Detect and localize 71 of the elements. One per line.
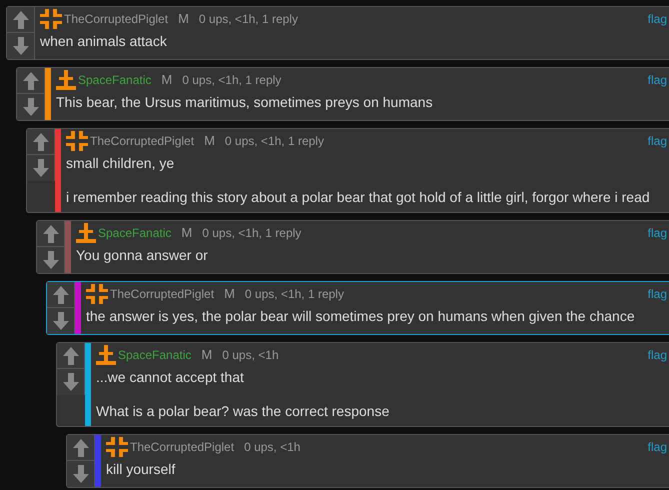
upvote-button[interactable]: [17, 68, 45, 94]
comment-meta: 0 ups, <1h: [244, 439, 300, 456]
mod-mark: M: [204, 132, 215, 150]
up-arrow-icon: [32, 132, 48, 150]
down-arrow-icon: [22, 98, 38, 116]
downvote-button[interactable]: [37, 247, 65, 273]
flag-link[interactable]: flag: [648, 132, 667, 150]
up-arrow-icon: [12, 10, 28, 28]
upvote-button[interactable]: [67, 435, 95, 461]
comment-meta: 0 ups, <1h, 1 reply: [182, 72, 282, 89]
comment-text: small children, ye: [66, 154, 176, 172]
flag-link[interactable]: flag: [648, 224, 667, 242]
upvote-button[interactable]: [7, 7, 35, 33]
flag-link[interactable]: flag: [648, 71, 667, 89]
comment-meta: 0 ups, <1h, 1 reply: [198, 11, 298, 28]
upvote-button[interactable]: [27, 129, 55, 155]
mod-mark: M: [224, 285, 235, 304]
downvote-button[interactable]: [17, 94, 45, 120]
comment-text: kill yourself: [106, 460, 176, 478]
username-link[interactable]: SpaceFanatic: [118, 346, 192, 364]
cross-icon: [106, 437, 128, 457]
down-arrow-icon: [72, 465, 88, 483]
pedestal-icon: [76, 223, 96, 243]
username-link[interactable]: SpaceFanatic: [98, 224, 172, 242]
up-arrow-icon: [62, 346, 78, 364]
comment-meta: 0 ups, <1h: [222, 347, 279, 364]
comment-text: What is a polar bear? was the correct response: [96, 402, 390, 420]
mod-mark: M: [201, 346, 212, 364]
upvote-button[interactable]: [57, 343, 85, 369]
flag-link[interactable]: flag: [648, 10, 667, 28]
down-arrow-icon: [52, 312, 68, 330]
comment-meta: 0 ups, <1h, 1 reply: [224, 133, 324, 150]
mod-mark: M: [161, 71, 172, 90]
flag-link[interactable]: flag: [648, 438, 667, 456]
comment-meta: 0 ups, <1h, 1 reply: [202, 225, 302, 242]
flag-link[interactable]: flag: [648, 346, 667, 364]
username-link[interactable]: TheCorruptedPiglet: [90, 132, 194, 150]
up-arrow-icon: [52, 286, 68, 304]
pedestal-icon: [56, 70, 76, 90]
flag-link[interactable]: flag: [648, 285, 667, 303]
downvote-button[interactable]: [7, 33, 35, 59]
comment-meta: 0 ups, <1h, 1 reply: [244, 286, 344, 303]
up-arrow-icon: [42, 224, 58, 242]
down-arrow-icon: [62, 373, 78, 391]
comment-text: ...we cannot accept that: [96, 368, 245, 386]
comment-text: You gonna answer or: [76, 246, 209, 264]
upvote-button[interactable]: [37, 221, 65, 247]
username-link[interactable]: TheCorruptedPiglet: [110, 285, 214, 303]
username-link[interactable]: TheCorruptedPiglet: [130, 438, 234, 456]
up-arrow-icon: [72, 438, 88, 456]
down-arrow-icon: [12, 37, 28, 55]
cross-icon: [66, 131, 88, 151]
username-link[interactable]: SpaceFanatic: [78, 71, 152, 89]
downvote-button[interactable]: [47, 308, 75, 334]
down-arrow-icon: [42, 251, 58, 269]
downvote-button[interactable]: [57, 369, 85, 395]
up-arrow-icon: [22, 72, 38, 90]
cross-icon: [40, 9, 62, 29]
upvote-button[interactable]: [47, 282, 75, 308]
comment-text: i remember reading this story about a polar bear that got hold of a little girl, forgor where i read: [66, 188, 651, 206]
comment-text: This bear, the Ursus maritimus, sometimes preys on humans: [56, 93, 434, 111]
username-link[interactable]: TheCorruptedPiglet: [64, 10, 168, 28]
comment-text: the answer is yes, the polar bear will sometimes prey on humans when given the chance: [86, 307, 636, 325]
downvote-button[interactable]: [67, 461, 95, 487]
comment-text: when animals attack: [40, 32, 168, 50]
downvote-button[interactable]: [27, 155, 55, 181]
mod-mark: M: [178, 10, 189, 28]
down-arrow-icon: [32, 159, 48, 177]
cross-icon: [86, 284, 108, 304]
mod-mark: M: [181, 224, 192, 242]
pedestal-icon: [96, 345, 116, 365]
